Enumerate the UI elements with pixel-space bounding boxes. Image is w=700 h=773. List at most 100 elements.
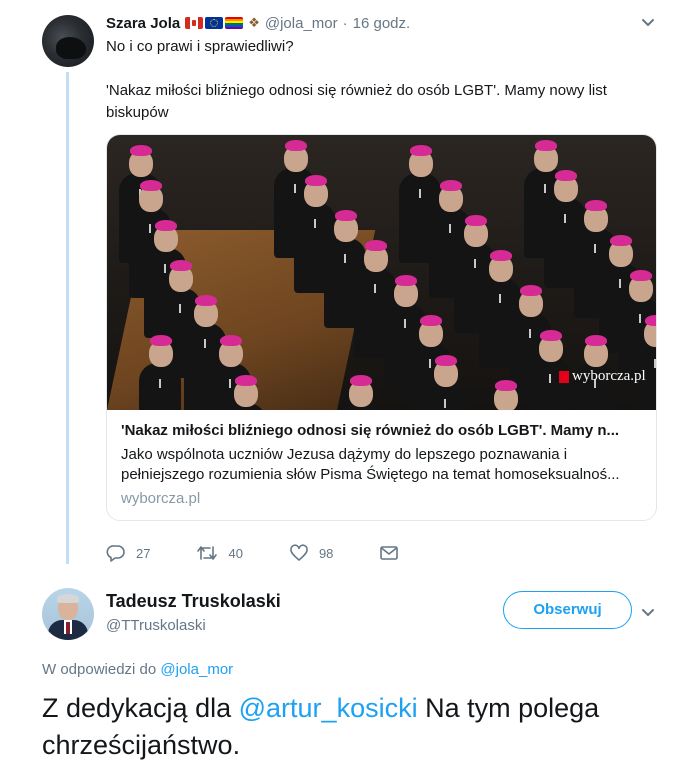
pectoral-cross <box>639 314 641 323</box>
reply-count: 27 <box>136 545 151 561</box>
pectoral-cross <box>159 379 161 388</box>
bishop-zucchetto <box>140 180 162 191</box>
name-emojis: ❖ <box>185 15 260 31</box>
pectoral-cross <box>449 224 451 233</box>
pectoral-cross <box>474 259 476 268</box>
bishop-zucchetto <box>220 335 242 346</box>
canada-flag-icon <box>185 17 204 29</box>
chevron-down-icon[interactable] <box>640 607 656 619</box>
like-count: 98 <box>318 545 334 561</box>
pectoral-cross <box>654 359 656 368</box>
tweet-actions: 27 40 98 <box>106 543 399 563</box>
pectoral-cross <box>419 189 421 198</box>
avatar[interactable] <box>42 15 94 67</box>
bishop-zucchetto <box>490 250 512 261</box>
bishop-zucchetto <box>150 335 172 346</box>
like-button[interactable]: 98 <box>289 544 333 562</box>
retweet-count: 40 <box>228 545 243 561</box>
author-handle[interactable]: @TTruskolaski <box>106 617 206 634</box>
reply-prefix: W odpowiedzi do <box>42 661 157 678</box>
bishop-zucchetto <box>645 315 656 326</box>
bishop-zucchetto <box>585 335 607 346</box>
card-domain: wyborcza.pl <box>121 490 201 507</box>
pectoral-cross <box>204 339 206 348</box>
heart-icon <box>289 544 309 562</box>
paw-prints-icon: ❖ <box>248 15 260 30</box>
wyborcza-logo-icon <box>559 370 569 383</box>
bishop-zucchetto <box>350 375 372 386</box>
pectoral-cross <box>594 244 596 253</box>
author-handle[interactable]: @jola_mor <box>265 15 338 32</box>
bishop-zucchetto <box>535 140 557 151</box>
pectoral-cross <box>549 374 551 383</box>
reply-button[interactable]: 27 <box>106 544 150 562</box>
author-name[interactable]: Szara Jola <box>106 15 180 32</box>
pectoral-cross <box>179 304 181 313</box>
bishop-zucchetto <box>435 355 457 366</box>
bishop-zucchetto <box>520 285 542 296</box>
pectoral-cross <box>404 319 406 328</box>
envelope-icon <box>379 545 399 561</box>
tweet-text-line1: No i co prawi i sprawiedliwi? <box>106 38 294 55</box>
eu-flag-icon <box>205 17 224 29</box>
bishop-zucchetto <box>540 330 562 341</box>
dog-silhouette <box>56 37 86 59</box>
pectoral-cross <box>229 379 231 388</box>
pectoral-cross <box>149 224 151 233</box>
bishop-zucchetto <box>235 375 257 386</box>
card-photo: wyborcza.pl <box>107 135 656 410</box>
photo-logo: wyborcza.pl <box>559 368 646 385</box>
tweet-time[interactable]: 16 godz. <box>353 15 411 32</box>
message-button[interactable] <box>379 545 399 561</box>
bishop-zucchetto <box>555 170 577 181</box>
tweet-text-line2: 'Nakaz miłości bliźniego odnosi się równ… <box>106 82 607 121</box>
bishop-zucchetto <box>440 180 462 191</box>
bishop-zucchetto <box>610 235 632 246</box>
bishop-zucchetto <box>305 175 327 186</box>
avatar-hair <box>57 594 79 603</box>
follow-button[interactable]: Obserwuj <box>503 591 632 629</box>
pectoral-cross <box>429 359 431 368</box>
link-card[interactable]: wyborcza.pl 'Nakaz miłości bliźniego odn… <box>106 134 657 521</box>
bishop-zucchetto <box>170 260 192 271</box>
avatar-tie <box>66 622 70 634</box>
pectoral-cross <box>444 399 446 408</box>
bishop-zucchetto <box>335 210 357 221</box>
pectoral-cross <box>544 184 546 193</box>
pectoral-cross <box>314 219 316 228</box>
separator-dot: · <box>342 14 348 32</box>
mention-link[interactable]: @artur_kosicki <box>239 693 418 723</box>
author-name[interactable]: Tadeusz Truskolaski <box>106 591 281 612</box>
tweet-header: Szara Jola ❖ @jola_mor · 16 godz. <box>106 13 410 33</box>
rainbow-flag-icon <box>225 17 244 29</box>
pectoral-cross <box>344 254 346 263</box>
avatar[interactable] <box>42 588 94 640</box>
bishop-zucchetto <box>285 140 307 151</box>
retweet-icon <box>196 544 218 562</box>
card-description: Jako wspólnota uczniów Jezusa dążymy do … <box>121 446 620 483</box>
reply-context: W odpowiedzi do @jola_mor <box>42 661 233 678</box>
pectoral-cross <box>619 279 621 288</box>
bishop-zucchetto <box>465 215 487 226</box>
bishop-zucchetto <box>585 200 607 211</box>
pectoral-cross <box>164 264 166 273</box>
pectoral-cross <box>374 284 376 293</box>
bishop-zucchetto <box>495 380 517 391</box>
bishop-zucchetto <box>420 315 442 326</box>
tweet-text: Z dedykacją dla @artur_kosicki Na tym po… <box>42 690 662 764</box>
reply-icon <box>106 544 126 562</box>
pectoral-cross <box>294 184 296 193</box>
bishop-zucchetto <box>195 295 217 306</box>
chevron-down-icon[interactable] <box>640 17 656 29</box>
bishop-zucchetto <box>365 240 387 251</box>
pectoral-cross <box>564 214 566 223</box>
card-title[interactable]: 'Nakaz miłości bliźniego odnosi się równ… <box>121 422 641 439</box>
bishop-zucchetto <box>130 145 152 156</box>
thread-line <box>66 72 69 564</box>
pectoral-cross <box>499 294 501 303</box>
retweet-button[interactable]: 40 <box>196 544 243 562</box>
bishop-zucchetto <box>410 145 432 156</box>
bishop-zucchetto <box>155 220 177 231</box>
pectoral-cross <box>529 329 531 338</box>
reply-mention-link[interactable]: @jola_mor <box>160 661 233 678</box>
